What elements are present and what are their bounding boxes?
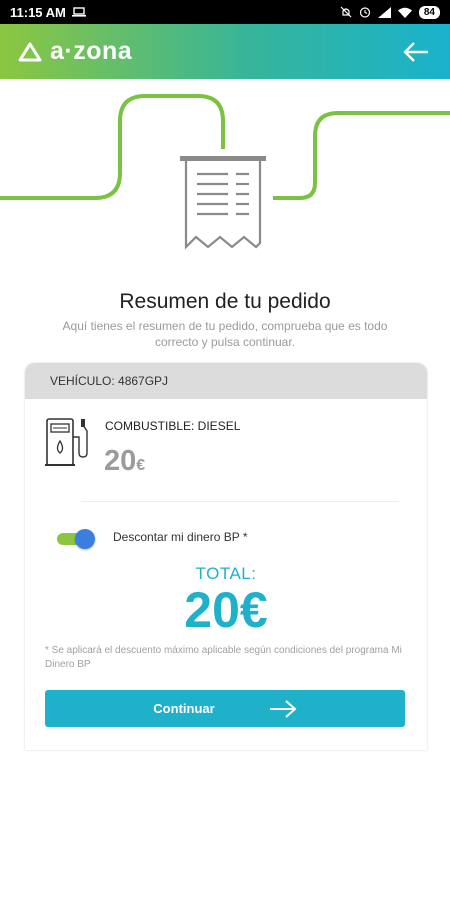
vehicle-label: VEHÍCULO: 4867GPJ xyxy=(50,374,169,388)
status-bar: 11:15 AM 84 xyxy=(0,0,450,24)
logo: a·zona xyxy=(18,37,132,66)
fuel-row: COMBUSTIBLE: DIESEL 20€ xyxy=(45,413,405,493)
wifi-icon xyxy=(397,7,412,18)
mute-icon xyxy=(340,6,352,18)
arrow-left-icon xyxy=(403,41,428,62)
app-header: a·zona xyxy=(0,24,450,79)
divider xyxy=(81,501,399,502)
fuel-amount-value: 20 xyxy=(104,445,137,477)
discount-disclaimer: * Se aplicará el descuento máximo aplica… xyxy=(45,645,402,670)
logo-text: a·zona xyxy=(50,37,133,65)
azona-logo-icon xyxy=(18,42,42,61)
continue-button[interactable]: Continuar xyxy=(45,690,405,727)
laptop-icon xyxy=(71,7,86,17)
receipt-icon xyxy=(180,156,266,250)
total-value: 20€ xyxy=(184,582,268,638)
discount-toggle[interactable] xyxy=(57,529,95,549)
fuel-pump-icon xyxy=(45,418,88,466)
back-button[interactable] xyxy=(400,36,432,68)
arrow-right-icon xyxy=(269,699,297,718)
fuel-type-label: COMBUSTIBLE: DIESEL xyxy=(105,419,241,433)
fuel-amount: 20€ xyxy=(104,445,145,478)
continue-label: Continuar xyxy=(153,701,215,716)
signal-icon xyxy=(377,6,391,18)
vehicle-header: VEHÍCULO: 4867GPJ xyxy=(25,363,427,399)
page-title: Resumen de tu pedido xyxy=(119,290,331,313)
status-time: 11:15 AM xyxy=(10,4,66,20)
battery-icon: 84 xyxy=(418,5,440,19)
fuel-amount-currency: € xyxy=(136,457,146,474)
alarm-icon xyxy=(359,7,370,18)
page-subtitle: Aquí tienes el resumen de tu pedido, com… xyxy=(62,319,388,349)
receipt-illustration xyxy=(0,94,450,250)
toggle-knob xyxy=(75,529,95,549)
discount-label: Descontar mi dinero BP * xyxy=(113,530,248,544)
order-summary-card: VEHÍCULO: 4867GPJ COMBUSTIBLE: DIESEL 20… xyxy=(25,363,427,750)
